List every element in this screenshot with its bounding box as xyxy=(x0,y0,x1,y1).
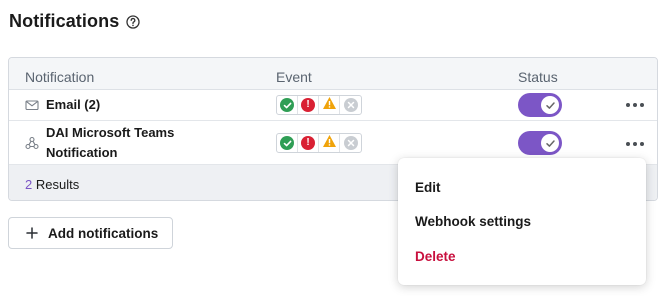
table-row: Email (2) ! xyxy=(9,90,657,121)
webhook-icon xyxy=(25,136,39,150)
table-header: Notification Event Status xyxy=(9,58,657,90)
check-icon xyxy=(280,136,294,150)
column-header-notification[interactable]: Notification xyxy=(25,69,94,85)
plus-icon xyxy=(26,224,38,242)
event-check-cell xyxy=(277,96,298,114)
x-icon xyxy=(343,98,358,112)
results-label: Results xyxy=(35,177,80,192)
results-number: 2 xyxy=(25,177,33,192)
toggle-knob xyxy=(541,134,559,152)
page-header: Notifications xyxy=(9,11,140,32)
event-error-cell: ! xyxy=(298,134,319,152)
notification-name-cell: DAI Microsoft Teams Notification xyxy=(25,123,174,163)
x-icon xyxy=(343,136,358,150)
notification-name-cell: Email (2) xyxy=(25,95,100,115)
add-notifications-button[interactable]: Add notifications xyxy=(8,217,173,249)
results-count: 2 Results xyxy=(25,177,79,192)
context-menu: Edit Webhook settings Delete xyxy=(398,158,646,285)
status-toggle[interactable] xyxy=(518,131,562,155)
exclamation-icon: ! xyxy=(301,98,315,112)
check-icon xyxy=(545,139,555,147)
toggle-knob xyxy=(541,96,559,114)
event-disabled-cell xyxy=(340,96,361,114)
event-warning-cell xyxy=(319,134,340,152)
more-actions-icon[interactable] xyxy=(626,139,644,149)
more-actions-icon[interactable] xyxy=(626,100,644,110)
menu-item-delete[interactable]: Delete xyxy=(415,249,456,264)
event-disabled-cell xyxy=(340,134,361,152)
column-header-event[interactable]: Event xyxy=(276,69,312,85)
notification-name: DAI Microsoft Teams Notification xyxy=(46,123,174,163)
notification-name-line2: Notification xyxy=(46,145,118,160)
page-title: Notifications xyxy=(9,11,120,31)
column-header-status[interactable]: Status xyxy=(518,69,558,85)
add-notifications-label: Add notifications xyxy=(48,225,159,241)
menu-item-webhook-settings[interactable]: Webhook settings xyxy=(415,214,531,229)
event-icons: ! xyxy=(276,133,362,153)
menu-item-edit[interactable]: Edit xyxy=(415,180,441,195)
notification-name-line1: DAI Microsoft Teams xyxy=(46,125,175,140)
check-icon xyxy=(280,98,294,112)
event-error-cell: ! xyxy=(298,96,319,114)
event-warning-cell xyxy=(319,96,340,114)
envelope-icon xyxy=(25,98,39,112)
event-check-cell xyxy=(277,134,298,152)
check-icon xyxy=(545,101,555,109)
exclamation-icon: ! xyxy=(301,136,315,150)
warning-icon xyxy=(322,96,337,115)
question-circle-icon[interactable] xyxy=(126,14,140,29)
notification-name: Email (2) xyxy=(46,97,101,112)
event-icons: ! xyxy=(276,95,362,115)
status-toggle[interactable] xyxy=(518,93,562,117)
warning-icon xyxy=(322,134,337,153)
